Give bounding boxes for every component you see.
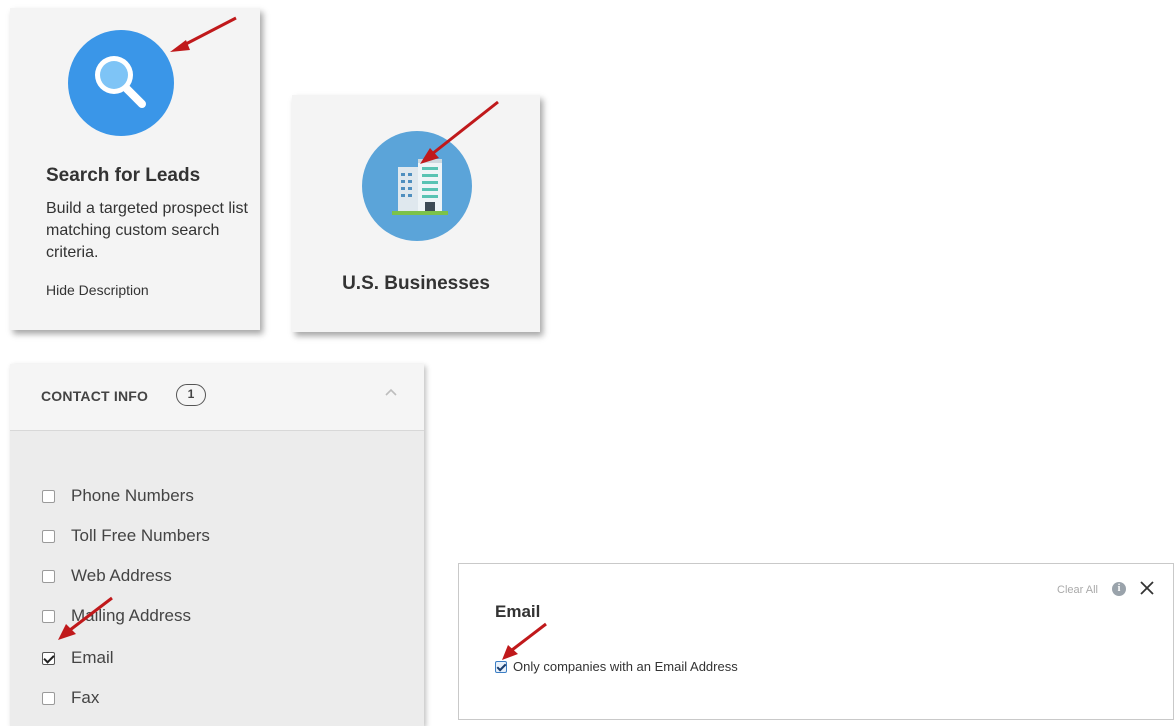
- option-mailing-address[interactable]: Mailing Address: [42, 604, 191, 628]
- close-icon[interactable]: [1139, 580, 1155, 596]
- option-label: Only companies with an Email Address: [513, 659, 738, 674]
- option-fax[interactable]: Fax: [42, 686, 99, 710]
- option-label: Fax: [71, 688, 100, 707]
- card-title: Search for Leads: [46, 165, 201, 186]
- search-icon: [68, 30, 174, 136]
- selected-count-badge: 1: [176, 384, 206, 406]
- option-label: Mailing Address: [71, 606, 192, 625]
- checkbox[interactable]: [42, 529, 55, 543]
- checkbox-checked[interactable]: [495, 660, 507, 673]
- card-title: U.S. Businesses: [342, 273, 490, 294]
- us-businesses-card[interactable]: U.S. Businesses: [292, 95, 540, 332]
- option-label: Web Address: [71, 566, 172, 585]
- checkbox[interactable]: [42, 569, 55, 583]
- checkbox[interactable]: [42, 691, 55, 705]
- clear-all-link[interactable]: Clear All: [1057, 584, 1098, 596]
- email-filter-panel: Clear All i Email Only companies with an…: [458, 563, 1174, 720]
- option-label: Toll Free Numbers: [71, 526, 210, 545]
- contact-info-panel: CONTACT INFO 1 Phone Numbers Toll Free N…: [10, 364, 424, 726]
- checkbox[interactable]: [42, 489, 55, 503]
- option-web-address[interactable]: Web Address: [42, 564, 172, 588]
- building-icon: [362, 131, 472, 241]
- filter-title: Email: [495, 602, 541, 621]
- chevron-up-icon[interactable]: [384, 386, 398, 398]
- option-toll-free-numbers[interactable]: Toll Free Numbers: [42, 524, 210, 548]
- option-phone-numbers[interactable]: Phone Numbers: [42, 484, 194, 508]
- hide-description-link[interactable]: Hide Description: [46, 282, 149, 298]
- card-description: Build a targeted prospect list matching …: [46, 200, 248, 261]
- contact-info-header[interactable]: CONTACT INFO 1: [10, 364, 424, 431]
- info-icon[interactable]: i: [1112, 582, 1126, 596]
- option-label: Email: [71, 648, 114, 667]
- search-for-leads-card[interactable]: Search for Leads Build a targeted prospe…: [10, 8, 260, 330]
- option-label: Phone Numbers: [71, 486, 194, 505]
- email-address-option[interactable]: Only companies with an Email Address: [495, 659, 738, 674]
- checkbox[interactable]: [42, 609, 55, 623]
- option-email[interactable]: Email: [42, 646, 114, 670]
- checkbox-checked[interactable]: [42, 651, 55, 665]
- section-title: CONTACT INFO: [41, 388, 149, 404]
